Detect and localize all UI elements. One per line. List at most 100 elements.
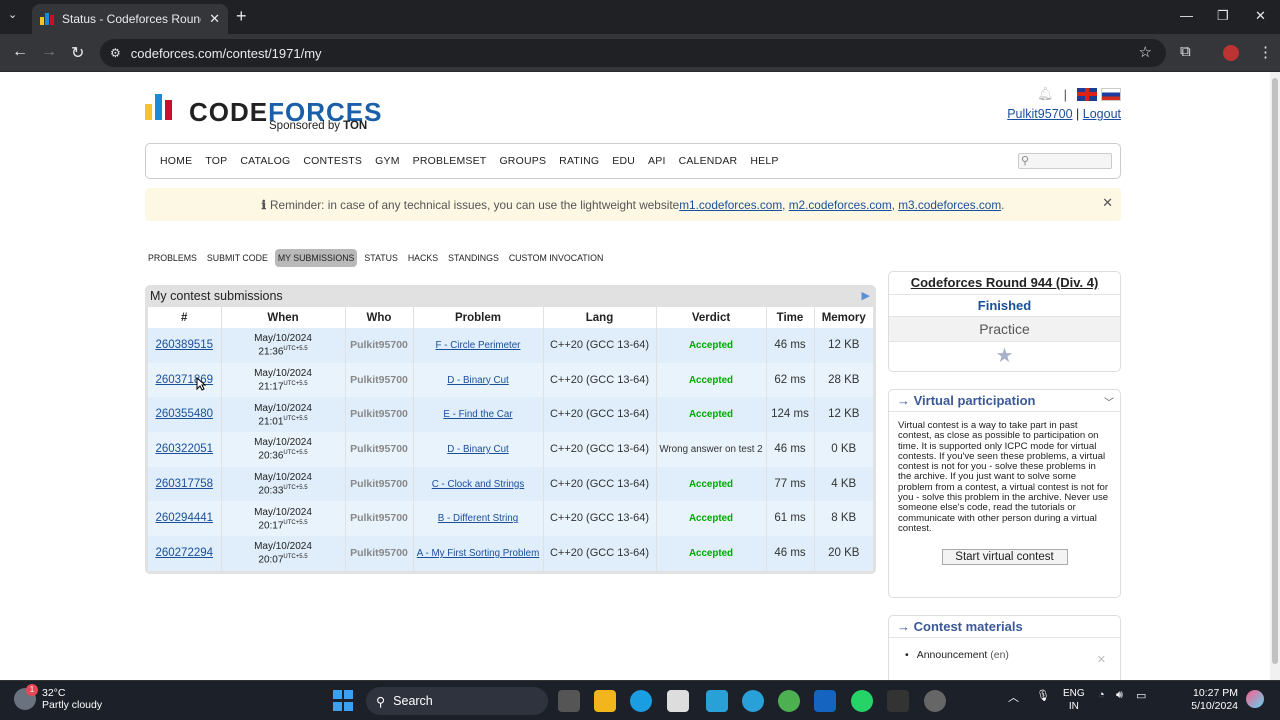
page-scrollbar[interactable] [1270, 72, 1280, 680]
back-icon[interactable]: ← [12, 43, 28, 61]
vscode-icon[interactable] [814, 690, 836, 712]
expand-arrow-icon[interactable]: ▶ [862, 289, 870, 302]
menu-help[interactable]: HELP [750, 155, 778, 167]
browser-tab[interactable]: Status - Codeforces Round 944 ✕ [32, 4, 228, 34]
virtual-participation-box: → Virtual participation ﹀ Virtual contest… [888, 389, 1121, 598]
show-hidden-icons[interactable]: ︿ [1008, 689, 1019, 705]
menu-home[interactable]: HOME [160, 155, 192, 167]
terminal-icon[interactable] [887, 690, 909, 712]
menu-edu[interactable]: EDU [612, 155, 635, 167]
notification-bell-icon[interactable]: 🔔︎ [1037, 86, 1054, 102]
who-cell[interactable]: Pulkit95700 [345, 397, 414, 433]
microphone-icon[interactable]: 🎙︎ [1036, 689, 1050, 702]
tab-hacks[interactable]: HACKS [405, 249, 441, 267]
edge-icon[interactable] [630, 690, 652, 712]
who-cell[interactable]: Pulkit95700 [345, 501, 414, 537]
copilot-icon[interactable] [1246, 690, 1264, 708]
favorite-star-icon[interactable]: ★ [889, 342, 1120, 368]
username-link[interactable]: Pulkit95700 [1007, 107, 1072, 121]
submission-id-link[interactable]: 260355480 [155, 408, 213, 420]
submission-id-link[interactable]: 260322051 [155, 443, 213, 455]
when-cell: May/10/2024 21:17UTC+5.5 [221, 362, 346, 398]
task-view-icon[interactable] [558, 690, 580, 712]
material-item[interactable]: Announcement (en) [905, 649, 1120, 661]
start-virtual-contest-button[interactable]: Start virtual contest [941, 549, 1068, 566]
russian-flag-icon[interactable] [1101, 87, 1121, 101]
store-icon[interactable] [667, 690, 689, 712]
m1-link[interactable]: m1.codeforces.com [679, 198, 782, 212]
submission-id-link[interactable]: 260389515 [155, 339, 213, 351]
m3-link[interactable]: m3.codeforces.com [898, 198, 1001, 212]
language-indicator[interactable]: ENG IN [1063, 687, 1085, 713]
tab-search-icon[interactable]: ⌄ [8, 8, 17, 21]
table-row: 260317758 May/10/2024 20:33UTC+5.5 Pulkit95… [148, 466, 873, 502]
problem-link[interactable]: E - Find the Car [443, 409, 512, 420]
volume-icon[interactable]: 🔊︎ [1116, 689, 1123, 702]
problem-link[interactable]: C - Clock and Strings [432, 479, 525, 490]
windows-start-icon[interactable] [333, 690, 353, 712]
english-flag-icon[interactable] [1077, 87, 1097, 101]
chrome-icon[interactable] [778, 690, 800, 712]
problem-link[interactable]: D - Binary Cut [447, 375, 509, 386]
who-cell[interactable]: Pulkit95700 [345, 328, 414, 363]
reload-icon[interactable]: ↻ [71, 43, 84, 63]
practice-link[interactable]: Practice [889, 317, 1120, 342]
wifi-icon[interactable]: ◔ [1098, 689, 1105, 701]
tab-standings[interactable]: STANDINGS [445, 249, 502, 267]
submission-id-link[interactable]: 260272294 [155, 547, 213, 559]
close-tab-icon[interactable]: ✕ [209, 11, 220, 27]
main-menu: HOME TOP CATALOG CONTESTS GYM PROBLEMSET… [145, 143, 1121, 179]
menu-catalog[interactable]: CATALOG [240, 155, 290, 167]
file-explorer-icon[interactable] [594, 690, 616, 712]
who-cell[interactable]: Pulkit95700 [345, 466, 414, 502]
who-cell[interactable]: Pulkit95700 [345, 432, 414, 467]
close-alert-icon[interactable]: ✕ [1102, 195, 1113, 211]
extensions-icon[interactable]: ⧉ [1180, 43, 1191, 60]
new-tab-icon[interactable]: + [236, 6, 247, 27]
menu-gym[interactable]: GYM [375, 155, 400, 167]
menu-top[interactable]: TOP [205, 155, 227, 167]
contest-title-link[interactable]: Codeforces Round 944 (Div. 4) [911, 275, 1099, 290]
bookmark-star-icon[interactable]: ☆ [1139, 43, 1152, 61]
logout-link[interactable]: Logout [1083, 107, 1121, 121]
tab-status[interactable]: STATUS [361, 249, 400, 267]
taskbar-search[interactable]: ⚲ Search [366, 687, 548, 715]
menu-contests[interactable]: CONTESTS [303, 155, 362, 167]
who-cell[interactable]: Pulkit95700 [345, 362, 414, 398]
problem-link[interactable]: B - Different String [438, 513, 518, 524]
forward-icon[interactable]: → [41, 43, 57, 61]
menu-api[interactable]: API [648, 155, 666, 167]
remove-icon[interactable]: ✕ [1097, 653, 1106, 666]
tab-problems[interactable]: PROBLEMS [145, 249, 200, 267]
menu-problemset[interactable]: PROBLEMSET [413, 155, 487, 167]
chrome-menu-icon[interactable]: ⋮ [1258, 43, 1273, 61]
close-window-icon[interactable]: ✕ [1255, 8, 1266, 24]
system-clock[interactable]: 10:27 PM 5/10/2024 [1191, 687, 1238, 713]
menu-rating[interactable]: RATING [559, 155, 599, 167]
telegram-icon[interactable] [706, 690, 728, 712]
collapse-chevron-icon[interactable]: ﹀ [1104, 394, 1114, 409]
minimize-icon[interactable]: — [1180, 8, 1193, 23]
submission-id-link[interactable]: 260294441 [155, 512, 213, 525]
tab-custom-invocation[interactable]: CUSTOM INVOCATION [506, 249, 607, 267]
site-info-icon[interactable]: ⚙ [110, 46, 121, 60]
menu-calendar[interactable]: CALENDAR [679, 155, 738, 167]
tab-submit-code[interactable]: SUBMIT CODE [204, 249, 271, 267]
submission-id-link[interactable]: 260317758 [155, 478, 213, 490]
menu-groups[interactable]: GROUPS [499, 155, 546, 167]
weather-widget[interactable]: 1 32°C Partly cloudy [14, 684, 102, 711]
problem-link[interactable]: F - Circle Perimeter [436, 340, 521, 351]
telegram-icon-2[interactable] [742, 690, 764, 712]
battery-icon[interactable]: ▭ [1136, 689, 1146, 702]
address-bar[interactable]: ⚙ codeforces.com/contest/1971/my ☆ [100, 39, 1166, 67]
profile-avatar[interactable] [1223, 45, 1239, 61]
tab-my-submissions[interactable]: MY SUBMISSIONS [274, 249, 358, 267]
problem-link[interactable]: D - Binary Cut [447, 444, 509, 455]
problem-link[interactable]: A - My First Sorting Problem [417, 548, 540, 559]
site-search-input[interactable]: ⚲ [1018, 153, 1112, 169]
who-cell[interactable]: Pulkit95700 [345, 536, 414, 571]
maximize-icon[interactable]: ❐ [1217, 8, 1229, 24]
m2-link[interactable]: m2.codeforces.com [789, 198, 892, 212]
whatsapp-icon[interactable] [851, 690, 873, 712]
github-icon[interactable] [924, 690, 946, 712]
